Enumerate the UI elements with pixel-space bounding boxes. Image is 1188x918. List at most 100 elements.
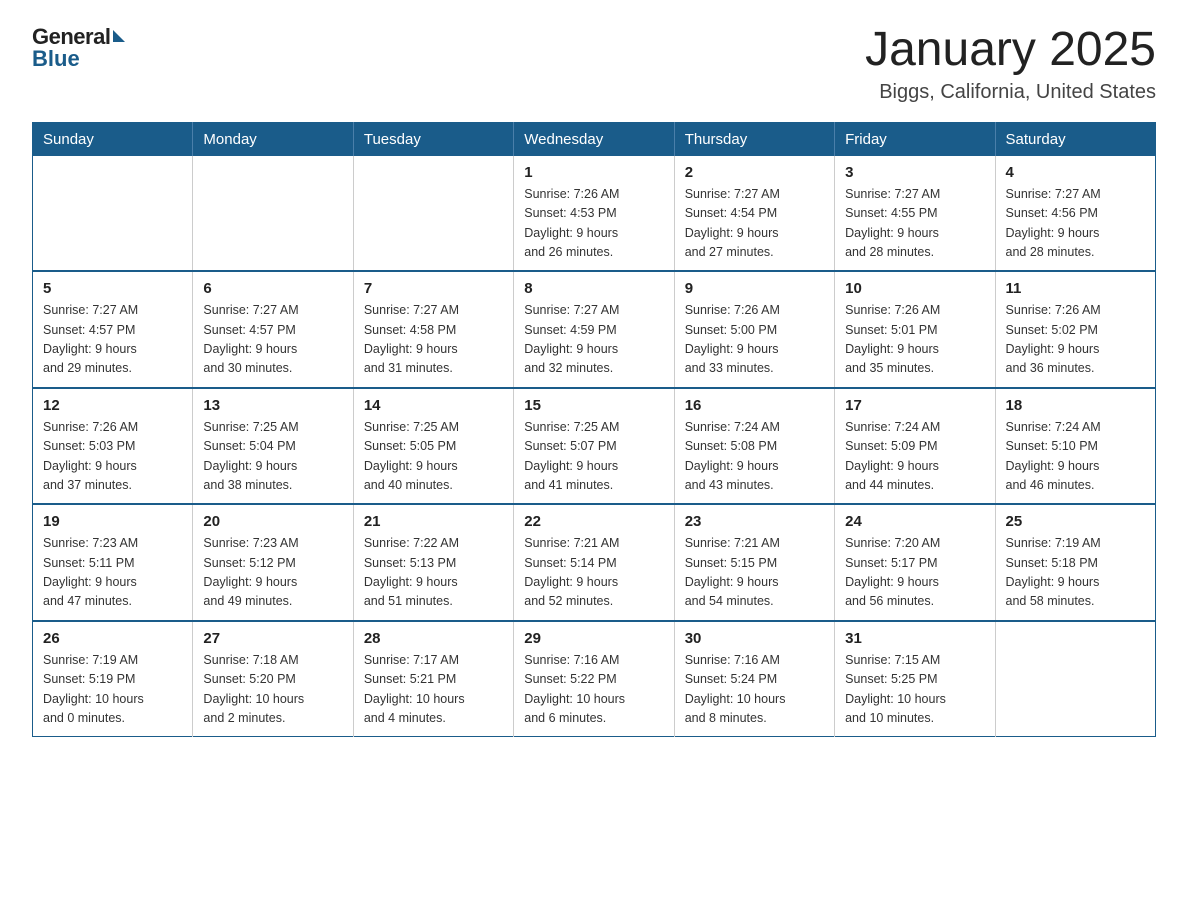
- day-info: Sunrise: 7:23 AM Sunset: 5:12 PM Dayligh…: [203, 534, 342, 612]
- logo: General Blue: [32, 24, 125, 72]
- day-number: 19: [43, 513, 182, 530]
- day-info: Sunrise: 7:16 AM Sunset: 5:22 PM Dayligh…: [524, 651, 663, 729]
- day-number: 20: [203, 513, 342, 530]
- day-number: 26: [43, 630, 182, 647]
- calendar-header-row: SundayMondayTuesdayWednesdayThursdayFrid…: [33, 122, 1156, 156]
- day-number: 7: [364, 280, 503, 297]
- calendar-day-8: 8 Sunrise: 7:27 AM Sunset: 4:59 PM Daylig…: [514, 271, 674, 388]
- calendar-day-6: 6Sunrise: 7:27 AM Sunset: 4:57 PM Daylig…: [193, 271, 353, 388]
- calendar-day-27: 27Sunrise: 7:18 AM Sunset: 5:20 PM Dayli…: [193, 621, 353, 737]
- day-info: Sunrise: 7:21 AM Sunset: 5:15 PM Dayligh…: [685, 534, 824, 612]
- day-info: Sunrise: 7:25 AM Sunset: 5:05 PM Dayligh…: [364, 418, 503, 496]
- calendar-day-19: 19 Sunrise: 7:23 AM Sunset: 5:11 PM Dayli…: [33, 504, 193, 621]
- day-number: 18: [1006, 397, 1145, 414]
- day-number: 27: [203, 630, 342, 647]
- day-info: Sunrise: 7:26 AM Sunset: 5:01 PM Dayligh…: [845, 301, 984, 379]
- day-number: 15: [524, 397, 663, 414]
- day-info: Sunrise: 7:27 AM Sunset: 4:57 PM Dayligh…: [43, 301, 182, 379]
- day-info: Sunrise: 7:27 AM Sunset: 4:54 PM Dayligh…: [685, 185, 824, 263]
- col-header-tuesday: Tuesday: [353, 122, 513, 156]
- calendar-week-row: 12 Sunrise: 7:26 AM Sunset: 5:03 PM Dayli…: [33, 388, 1156, 505]
- title-block: January 2025 Biggs, California, United S…: [865, 24, 1156, 104]
- day-info: Sunrise: 7:23 AM Sunset: 5:11 PM Dayligh…: [43, 534, 182, 612]
- calendar-day-30: 30 Sunrise: 7:16 AM Sunset: 5:24 PM Dayli…: [674, 621, 834, 737]
- day-number: 8: [524, 280, 663, 297]
- calendar-day-10: 10 Sunrise: 7:26 AM Sunset: 5:01 PM Dayli…: [835, 271, 995, 388]
- calendar-subtitle: Biggs, California, United States: [865, 81, 1156, 104]
- col-header-wednesday: Wednesday: [514, 122, 674, 156]
- day-info: Sunrise: 7:26 AM Sunset: 5:00 PM Dayligh…: [685, 301, 824, 379]
- day-info: Sunrise: 7:26 AM Sunset: 5:02 PM Dayligh…: [1006, 301, 1145, 379]
- day-info: Sunrise: 7:24 AM Sunset: 5:08 PM Dayligh…: [685, 418, 824, 496]
- logo-triangle-icon: [113, 30, 125, 42]
- calendar-day-9: 9 Sunrise: 7:26 AM Sunset: 5:00 PM Daylig…: [674, 271, 834, 388]
- day-number: 3: [845, 164, 984, 181]
- day-info: Sunrise: 7:25 AM Sunset: 5:07 PM Dayligh…: [524, 418, 663, 496]
- calendar-day-14: 14 Sunrise: 7:25 AM Sunset: 5:05 PM Dayli…: [353, 388, 513, 505]
- day-info: Sunrise: 7:15 AM Sunset: 5:25 PM Dayligh…: [845, 651, 984, 729]
- day-info: Sunrise: 7:27 AM Sunset: 4:58 PM Dayligh…: [364, 301, 503, 379]
- calendar-day-17: 17Sunrise: 7:24 AM Sunset: 5:09 PM Dayli…: [835, 388, 995, 505]
- day-number: 29: [524, 630, 663, 647]
- day-number: 24: [845, 513, 984, 530]
- day-info: Sunrise: 7:27 AM Sunset: 4:55 PM Dayligh…: [845, 185, 984, 263]
- calendar-week-row: 19 Sunrise: 7:23 AM Sunset: 5:11 PM Dayli…: [33, 504, 1156, 621]
- calendar-day-24: 24 Sunrise: 7:20 AM Sunset: 5:17 PM Dayli…: [835, 504, 995, 621]
- calendar-day-20: 20 Sunrise: 7:23 AM Sunset: 5:12 PM Dayli…: [193, 504, 353, 621]
- day-info: Sunrise: 7:26 AM Sunset: 5:03 PM Dayligh…: [43, 418, 182, 496]
- day-number: 25: [1006, 513, 1145, 530]
- day-info: Sunrise: 7:17 AM Sunset: 5:21 PM Dayligh…: [364, 651, 503, 729]
- calendar-day-12: 12 Sunrise: 7:26 AM Sunset: 5:03 PM Dayli…: [33, 388, 193, 505]
- day-info: Sunrise: 7:27 AM Sunset: 4:59 PM Dayligh…: [524, 301, 663, 379]
- col-header-saturday: Saturday: [995, 122, 1155, 156]
- calendar-day-5: 5 Sunrise: 7:27 AM Sunset: 4:57 PM Daylig…: [33, 271, 193, 388]
- calendar-day-23: 23Sunrise: 7:21 AM Sunset: 5:15 PM Dayli…: [674, 504, 834, 621]
- calendar-day-31: 31 Sunrise: 7:15 AM Sunset: 5:25 PM Dayli…: [835, 621, 995, 737]
- col-header-friday: Friday: [835, 122, 995, 156]
- col-header-thursday: Thursday: [674, 122, 834, 156]
- day-number: 28: [364, 630, 503, 647]
- day-info: Sunrise: 7:26 AM Sunset: 4:53 PM Dayligh…: [524, 185, 663, 263]
- day-info: Sunrise: 7:19 AM Sunset: 5:18 PM Dayligh…: [1006, 534, 1145, 612]
- day-info: Sunrise: 7:25 AM Sunset: 5:04 PM Dayligh…: [203, 418, 342, 496]
- calendar-day-2: 2Sunrise: 7:27 AM Sunset: 4:54 PM Daylig…: [674, 156, 834, 272]
- day-number: 30: [685, 630, 824, 647]
- calendar-empty-cell: [33, 156, 193, 272]
- day-info: Sunrise: 7:19 AM Sunset: 5:19 PM Dayligh…: [43, 651, 182, 729]
- calendar-day-22: 22Sunrise: 7:21 AM Sunset: 5:14 PM Dayli…: [514, 504, 674, 621]
- day-number: 17: [845, 397, 984, 414]
- day-info: Sunrise: 7:27 AM Sunset: 4:57 PM Dayligh…: [203, 301, 342, 379]
- calendar-week-row: 5 Sunrise: 7:27 AM Sunset: 4:57 PM Daylig…: [33, 271, 1156, 388]
- col-header-monday: Monday: [193, 122, 353, 156]
- day-info: Sunrise: 7:21 AM Sunset: 5:14 PM Dayligh…: [524, 534, 663, 612]
- day-number: 13: [203, 397, 342, 414]
- calendar-day-29: 29 Sunrise: 7:16 AM Sunset: 5:22 PM Dayli…: [514, 621, 674, 737]
- calendar-day-13: 13 Sunrise: 7:25 AM Sunset: 5:04 PM Dayli…: [193, 388, 353, 505]
- col-header-sunday: Sunday: [33, 122, 193, 156]
- calendar-day-3: 3 Sunrise: 7:27 AM Sunset: 4:55 PM Daylig…: [835, 156, 995, 272]
- day-number: 10: [845, 280, 984, 297]
- day-info: Sunrise: 7:20 AM Sunset: 5:17 PM Dayligh…: [845, 534, 984, 612]
- day-info: Sunrise: 7:16 AM Sunset: 5:24 PM Dayligh…: [685, 651, 824, 729]
- calendar-day-11: 11Sunrise: 7:26 AM Sunset: 5:02 PM Dayli…: [995, 271, 1155, 388]
- day-number: 16: [685, 397, 824, 414]
- calendar-day-28: 28 Sunrise: 7:17 AM Sunset: 5:21 PM Dayli…: [353, 621, 513, 737]
- calendar-table: SundayMondayTuesdayWednesdayThursdayFrid…: [32, 122, 1156, 738]
- day-number: 14: [364, 397, 503, 414]
- day-number: 31: [845, 630, 984, 647]
- calendar-day-16: 16 Sunrise: 7:24 AM Sunset: 5:08 PM Dayli…: [674, 388, 834, 505]
- calendar-week-row: 1 Sunrise: 7:26 AM Sunset: 4:53 PM Daylig…: [33, 156, 1156, 272]
- calendar-empty-cell: [193, 156, 353, 272]
- day-info: Sunrise: 7:22 AM Sunset: 5:13 PM Dayligh…: [364, 534, 503, 612]
- logo-blue-text: Blue: [32, 46, 80, 72]
- day-number: 1: [524, 164, 663, 181]
- day-number: 12: [43, 397, 182, 414]
- day-number: 4: [1006, 164, 1145, 181]
- calendar-day-21: 21 Sunrise: 7:22 AM Sunset: 5:13 PM Dayli…: [353, 504, 513, 621]
- calendar-day-25: 25 Sunrise: 7:19 AM Sunset: 5:18 PM Dayli…: [995, 504, 1155, 621]
- day-number: 5: [43, 280, 182, 297]
- calendar-empty-cell: [995, 621, 1155, 737]
- day-number: 9: [685, 280, 824, 297]
- calendar-day-7: 7 Sunrise: 7:27 AM Sunset: 4:58 PM Daylig…: [353, 271, 513, 388]
- day-number: 21: [364, 513, 503, 530]
